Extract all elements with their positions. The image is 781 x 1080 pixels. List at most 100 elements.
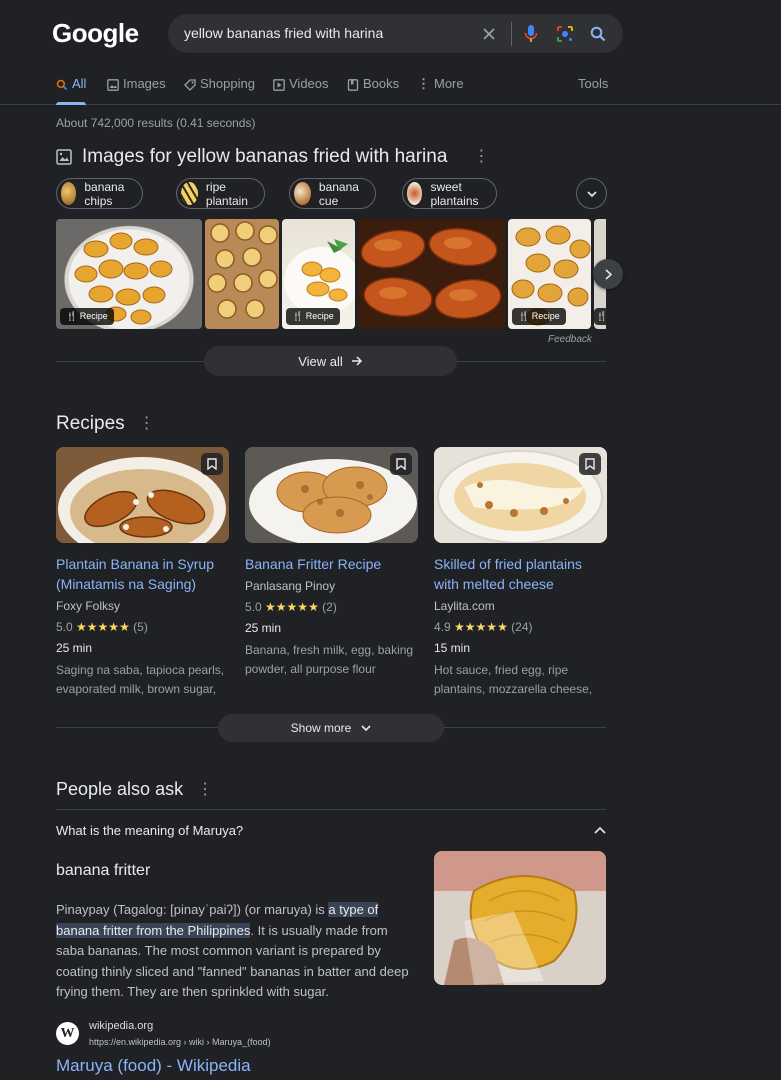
chip-label: banana cue (318, 179, 359, 208)
recipe-rating: 5.0 ★★★★★ (5) (56, 618, 229, 636)
lens-icon[interactable] (554, 23, 576, 45)
header: Google yellow bananas fried with harina … (0, 0, 781, 105)
recipe-image[interactable] (434, 447, 607, 543)
chip-thumbnail (294, 182, 311, 205)
recipe-ingredients: Hot sauce, fried egg, ripe plantains, mo… (434, 663, 593, 696)
star-rating-icon: ★★★★★ (454, 620, 508, 634)
rating-value: 5.0 (245, 600, 262, 614)
rating-value: 5.0 (56, 620, 73, 634)
recipe-source: Panlasang Pinoy (245, 579, 336, 593)
chip-label: ripe plantain (205, 179, 248, 208)
tab-label: Shopping (200, 76, 255, 91)
tab-videos[interactable]: Videos (273, 76, 329, 105)
banana-slices-photo (207, 221, 278, 319)
image-icon (107, 79, 119, 91)
search-divider (511, 22, 512, 46)
chevron-down-icon (361, 725, 371, 731)
review-count: (2) (322, 600, 337, 614)
recipe-tag: 🍴 Recipe (60, 308, 114, 325)
clear-icon[interactable] (478, 23, 500, 45)
tab-label: Books (363, 76, 400, 91)
recipe-rating: 4.9 ★★★★★ (24) (434, 618, 607, 636)
recipe-time: 25 min (245, 621, 282, 635)
search-icon (56, 79, 68, 91)
recipe-image[interactable] (245, 447, 418, 543)
recipe-card[interactable]: Plantain Banana in Syrup (Minatamis na S… (56, 447, 229, 699)
bookmark-icon (207, 458, 217, 470)
recipe-source: Foxy Folksy (56, 599, 121, 613)
paa-question[interactable]: What is the meaning of Maruya? (56, 810, 606, 850)
kebab-icon: ⋮ (417, 76, 430, 91)
search-icon[interactable] (587, 23, 609, 45)
source-site: wikipedia.org (89, 1020, 154, 1032)
tag-icon (184, 79, 196, 91)
paa-heading: People also ask ⋮ (56, 779, 213, 800)
paa-image[interactable] (434, 851, 606, 985)
more-options-icon[interactable]: ⋮ (197, 781, 213, 798)
recipe-time: 25 min (56, 641, 93, 655)
more-options-icon[interactable]: ⋮ (473, 149, 489, 165)
tab-shopping[interactable]: Shopping (184, 76, 255, 105)
tab-label: More (434, 76, 464, 91)
tab-books[interactable]: Books (347, 76, 399, 105)
view-all-button[interactable]: View all (204, 346, 457, 376)
expand-chips-button[interactable] (576, 178, 607, 209)
review-count: (24) (511, 620, 533, 634)
chip-ripe-plantain[interactable]: ripe plantain (176, 178, 266, 209)
recipe-tag-label: Recipe (305, 311, 334, 321)
image-icon (56, 149, 72, 165)
show-more-button[interactable]: Show more (218, 714, 444, 742)
google-logo[interactable]: Google (52, 18, 139, 49)
rating-value: 4.9 (434, 620, 451, 634)
gallery-image[interactable]: 🍴 Recipe (282, 219, 355, 329)
search-input[interactable] (184, 14, 464, 53)
tab-label: Videos (289, 76, 329, 91)
star-rating-icon: ★★★★★ (265, 600, 319, 614)
chip-banana-cue[interactable]: banana cue (289, 178, 377, 209)
gallery-next-button[interactable] (593, 259, 623, 289)
chip-thumbnail (407, 182, 423, 205)
recipe-tag: 🍴 (594, 308, 606, 325)
tab-all[interactable]: All (56, 76, 87, 105)
tab-more[interactable]: ⋮ More (417, 76, 464, 105)
recipe-ingredients: Banana, fresh milk, egg, baking powder, … (245, 643, 414, 676)
images-heading: Images for yellow bananas fried with har… (56, 145, 489, 169)
search-box[interactable] (168, 14, 623, 53)
paa-question-text: What is the meaning of Maruya? (56, 822, 244, 838)
gallery-image[interactable] (205, 219, 279, 329)
recipe-title[interactable]: Skilled of fried plantains with melted c… (434, 554, 607, 594)
recipe-title[interactable]: Plantain Banana in Syrup (Minatamis na S… (56, 554, 229, 594)
recipe-image[interactable] (56, 447, 229, 543)
recipe-card[interactable]: Banana Fritter Recipe Panlasang Pinoy 5.… (245, 447, 418, 679)
more-options-icon[interactable]: ⋮ (139, 416, 155, 432)
mic-icon[interactable] (520, 23, 542, 45)
recipes-heading: Recipes ⋮ (56, 413, 155, 435)
tab-label: Images (123, 76, 166, 91)
result-title-link[interactable]: Maruya (food) - Wikipedia (56, 1056, 251, 1076)
wikipedia-favicon: W (56, 1022, 79, 1045)
paa-title: People also ask (56, 779, 184, 799)
source-url: https://en.wikipedia.org › wiki › Maruya… (89, 1037, 271, 1047)
paa-answer-text: Pinaypay (Tagalog: [pinayˈpaiʔ]) (or mar… (56, 900, 410, 1003)
chevron-up-icon (594, 826, 606, 834)
gallery-image[interactable]: 🍴 Recipe (508, 219, 591, 329)
gallery-image[interactable]: 🍴 Recipe (56, 219, 202, 329)
chip-label: banana chips (84, 179, 125, 208)
chip-banana-chips[interactable]: banana chips (56, 178, 144, 209)
gallery-image[interactable] (358, 219, 505, 329)
result-stats: About 742,000 results (0.41 seconds) (56, 116, 256, 130)
bookmark-button[interactable] (201, 453, 223, 475)
bookmark-button[interactable] (390, 453, 412, 475)
images-title[interactable]: Images for yellow bananas fried with har… (82, 146, 447, 168)
bookmark-button[interactable] (579, 453, 601, 475)
recipe-title[interactable]: Banana Fritter Recipe (245, 554, 418, 574)
chip-sweet-plantains[interactable]: sweet plantains (402, 178, 498, 209)
chevron-down-icon (586, 190, 597, 197)
recipe-ingredients: Saging na saba, tapioca pearls, evaporat… (56, 663, 225, 696)
feedback-link[interactable]: Feedback (548, 334, 592, 345)
tab-images[interactable]: Images (107, 76, 166, 105)
chip-thumbnail (181, 182, 198, 205)
star-rating-icon: ★★★★★ (76, 620, 130, 634)
recipe-card[interactable]: Skilled of fried plantains with melted c… (434, 447, 607, 699)
tools-button[interactable]: Tools (578, 76, 608, 91)
